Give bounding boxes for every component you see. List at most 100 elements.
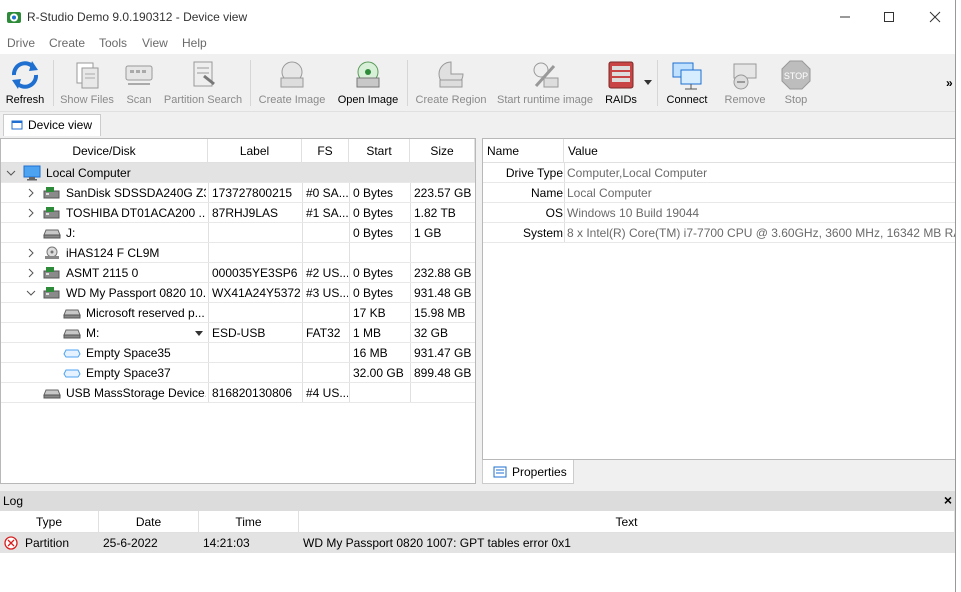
device-name: USB MassStorage Device...: [66, 386, 206, 400]
scan-button[interactable]: Scan: [120, 58, 158, 110]
toolbar-separator: [250, 60, 251, 106]
log-title-bar: Log ×: [0, 491, 961, 511]
device-label: WX41A24Y5372: [212, 286, 300, 300]
collapse-icon[interactable]: [26, 288, 36, 298]
column-start[interactable]: Start: [349, 139, 410, 163]
maximize-button[interactable]: [866, 0, 912, 34]
close-button[interactable]: [912, 0, 958, 34]
device-size: 223.57 GB: [414, 186, 472, 200]
expand-icon[interactable]: [26, 268, 36, 278]
tab-device-view[interactable]: Device view: [3, 114, 102, 136]
device-start: 0 Bytes: [353, 286, 394, 300]
show-files-button[interactable]: Show Files: [60, 58, 114, 110]
log-column-time[interactable]: Time: [199, 511, 299, 533]
minimize-button[interactable]: [822, 0, 868, 34]
column-value[interactable]: Value: [564, 139, 956, 163]
tree-row[interactable]: M: ESD-USB FAT32 1 MB 32 GB: [1, 323, 475, 343]
tree-row[interactable]: Empty Space35 16 MB 931.47 GB: [1, 343, 475, 363]
drive-icon: [63, 306, 81, 323]
device-view-icon: [11, 120, 23, 130]
expand-icon[interactable]: [26, 248, 36, 258]
menu-tools[interactable]: Tools: [99, 36, 127, 50]
tree-row[interactable]: Microsoft reserved p... 17 KB 15.98 MB: [1, 303, 475, 323]
log-panel: Type Date Time Text Partition 25-6-2022 …: [0, 511, 961, 592]
expand-icon[interactable]: [26, 208, 36, 218]
tree-row[interactable]: TOSHIBA DT01ACA200 ... 87RHJ9LAS #1 SA... 0…: [1, 203, 475, 223]
optical-drive-icon: [43, 246, 61, 263]
raids-dropdown-icon[interactable]: [644, 80, 652, 86]
open-image-icon: [356, 61, 380, 88]
stop-icon: STOP: [781, 60, 811, 90]
device-label: [212, 363, 300, 383]
raids-button[interactable]: RAIDs: [603, 58, 639, 110]
device-fs: #2 US...: [306, 266, 348, 280]
expand-icon[interactable]: [26, 188, 36, 198]
remove-button[interactable]: Remove: [722, 58, 768, 110]
tree-row-local-computer[interactable]: Local Computer: [1, 163, 475, 183]
menu-drive[interactable]: Drive: [7, 36, 35, 50]
dropdown-icon[interactable]: [195, 331, 203, 336]
log-column-type[interactable]: Type: [0, 511, 99, 533]
menu-view[interactable]: View: [142, 36, 168, 50]
tree-row[interactable]: Empty Space37 32.00 GB 899.48 GB: [1, 363, 475, 383]
tree-row[interactable]: ASMT 2115 0 000035YE3SP6 #2 US... 0 Bytes 23…: [1, 263, 475, 283]
tree-row[interactable]: USB MassStorage Device... 816820130806 #4 …: [1, 383, 475, 403]
device-fs: #0 SA...: [306, 186, 348, 200]
tab-properties[interactable]: Properties: [482, 460, 574, 484]
collapse-icon[interactable]: [6, 168, 16, 178]
property-row-name[interactable]: Name Local Computer: [483, 183, 956, 203]
toolbar-overflow-button[interactable]: »: [946, 76, 953, 90]
drive-icon: [63, 326, 81, 343]
device-label: [212, 343, 300, 363]
device-start: [353, 383, 409, 403]
property-row-system[interactable]: System 8 x Intel(R) Core(TM) i7-7700 CPU…: [483, 223, 961, 243]
tree-row[interactable]: J: 0 Bytes 1 GB: [1, 223, 475, 243]
show-files-icon: [76, 62, 99, 89]
menu-help[interactable]: Help: [182, 36, 207, 50]
device-name: SanDisk SDSSDA240G Z3...: [66, 186, 206, 200]
device-label: 87RHJ9LAS: [212, 206, 279, 220]
partition-search-button[interactable]: Partition Search: [162, 58, 244, 110]
column-size[interactable]: Size: [410, 139, 475, 163]
device-start: 0 Bytes: [353, 226, 394, 240]
device-fs: #1 SA...: [306, 206, 348, 220]
device-name: WD My Passport 0820 10...: [66, 286, 206, 300]
property-row-drive-type[interactable]: Drive Type Computer,Local Computer: [483, 163, 956, 183]
title-bar: R-Studio Demo 9.0.190312 - Device view: [0, 0, 961, 34]
log-column-date[interactable]: Date: [99, 511, 199, 533]
create-image-button[interactable]: Create Image: [256, 58, 328, 110]
log-row[interactable]: Partition 25-6-2022 14:21:03 WD My Passp…: [0, 533, 955, 553]
log-column-text[interactable]: Text: [299, 511, 955, 533]
device-size: [414, 243, 474, 263]
device-fs: [306, 303, 348, 323]
device-start: 1 MB: [353, 326, 382, 340]
toolbar-separator: [53, 60, 54, 106]
device-name: Empty Space35: [86, 346, 171, 360]
raids-icon: [608, 61, 634, 89]
log-close-button[interactable]: ×: [944, 492, 952, 508]
column-fs[interactable]: FS: [302, 139, 349, 163]
connect-button[interactable]: Connect: [664, 58, 710, 110]
start-runtime-image-button[interactable]: Start runtime image: [496, 58, 594, 110]
device-name: Empty Space37: [86, 366, 171, 380]
column-label[interactable]: Label: [208, 139, 302, 163]
device-size: 15.98 MB: [414, 306, 466, 320]
refresh-button[interactable]: Refresh: [3, 58, 47, 110]
column-device-disk[interactable]: Device/Disk: [1, 139, 208, 163]
open-image-button[interactable]: Open Image: [336, 58, 400, 110]
device-fs: [306, 223, 348, 243]
column-name[interactable]: Name: [483, 139, 564, 163]
tree-row[interactable]: WD My Passport 0820 10... WX41A24Y5372 #3 …: [1, 283, 475, 303]
tree-row[interactable]: SanDisk SDSSDA240G Z3... 173727800215 #0 S…: [1, 183, 475, 203]
device-name: TOSHIBA DT01ACA200 ...: [66, 206, 206, 220]
create-region-button[interactable]: Create Region: [414, 58, 488, 110]
menu-create[interactable]: Create: [49, 36, 85, 50]
tree-row[interactable]: iHAS124 F CL9M: [1, 243, 475, 263]
hard-disk-icon: [43, 266, 61, 283]
toolbar-separator: [657, 60, 658, 106]
stop-button[interactable]: STOP Stop: [778, 58, 814, 110]
connect-icon: [672, 62, 702, 90]
device-label: 000035YE3SP6: [212, 266, 298, 280]
device-start: [353, 243, 409, 263]
property-row-os[interactable]: OS Windows 10 Build 19044: [483, 203, 956, 223]
